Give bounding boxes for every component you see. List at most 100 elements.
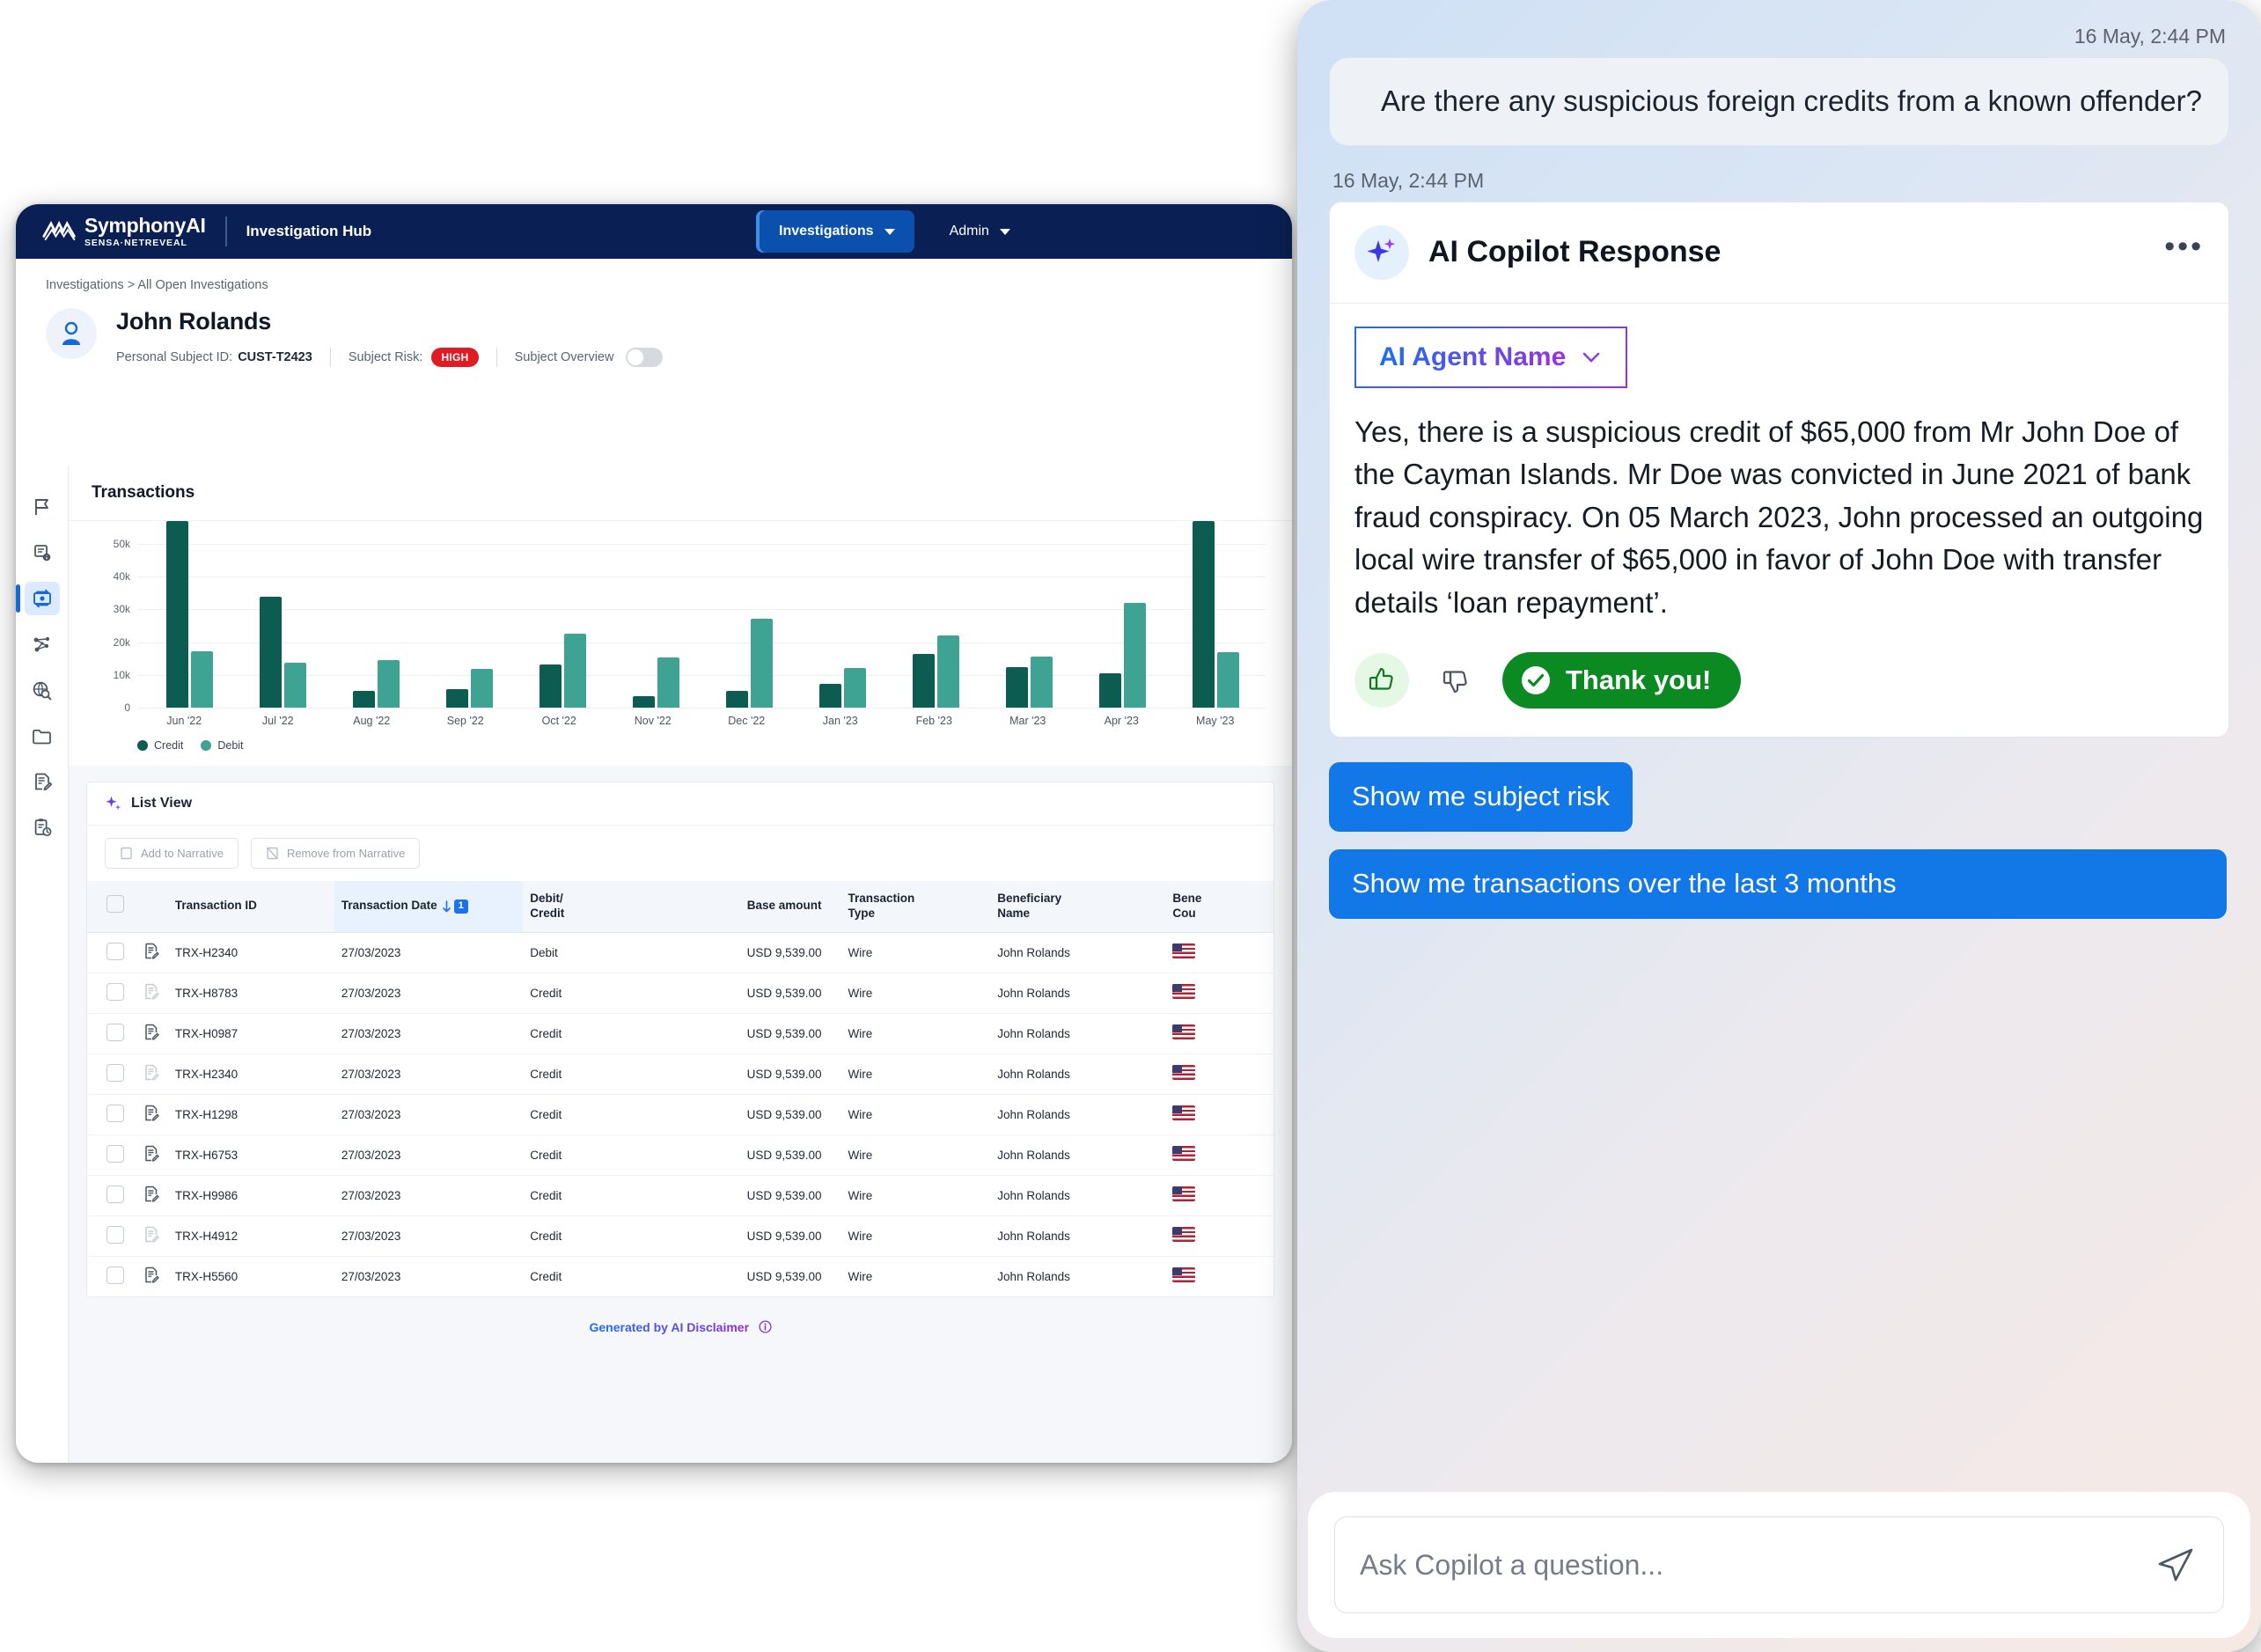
sidebar-item-audit-history[interactable] (16, 805, 68, 849)
chat-composer[interactable]: Ask Copilot a question... (1334, 1516, 2224, 1613)
chart-bar-credit[interactable] (539, 664, 562, 708)
table-row[interactable]: TRX-H9986 27/03/2023 Credit USD 9,539.00 Wir… (87, 1175, 1274, 1216)
chart-bar-credit[interactable] (632, 696, 655, 708)
row-doc-cell[interactable] (137, 932, 168, 973)
chart-bar-debit[interactable] (1030, 656, 1053, 708)
sidebar-item-files[interactable] (16, 714, 68, 758)
suggestion-chip-subject-risk[interactable]: Show me subject risk (1329, 762, 1633, 833)
row-checkbox[interactable] (106, 1266, 124, 1284)
chart-bar-debit[interactable] (843, 668, 866, 708)
chart-bar-credit[interactable] (1192, 521, 1215, 708)
ai-disclaimer[interactable]: Generated by AI Disclaimer (69, 1297, 1292, 1348)
column-transaction-date[interactable]: Transaction Date 1 (334, 881, 524, 933)
sidebar-item-narrative[interactable] (16, 760, 68, 804)
send-icon[interactable] (2153, 1542, 2199, 1588)
column-beneficiary-name[interactable]: Beneficiary Name (990, 881, 1166, 933)
row-checkbox[interactable] (106, 942, 124, 960)
row-doc-cell[interactable] (137, 1256, 168, 1296)
chart-bar-debit[interactable] (283, 663, 306, 708)
chart-bar-credit[interactable] (259, 597, 282, 708)
row-doc-cell[interactable] (137, 1054, 168, 1095)
chart-bar-credit[interactable] (352, 690, 375, 708)
add-to-narrative-button[interactable]: Add to Narrative (105, 838, 239, 869)
chart-bar-debit[interactable] (1216, 651, 1239, 708)
ai-agent-selector[interactable]: AI Agent Name (1354, 326, 1628, 388)
row-select-cell[interactable] (87, 1175, 138, 1216)
chart-bar-debit[interactable] (750, 618, 773, 708)
row-select-cell[interactable] (87, 1094, 138, 1135)
thumbs-down-button[interactable] (1428, 653, 1483, 708)
more-horizontal-icon[interactable]: ••• (2164, 231, 2204, 264)
row-doc-cell[interactable] (137, 1094, 168, 1135)
column-debit-credit[interactable]: Debit/Credit (523, 881, 663, 933)
row-checkbox[interactable] (106, 1063, 124, 1082)
table-row[interactable]: TRX-H2340 27/03/2023 Credit USD 9,539.00 Wir… (87, 1054, 1274, 1095)
chart-bar-credit[interactable] (1005, 666, 1028, 708)
column-transaction-id[interactable]: Transaction ID (167, 881, 334, 933)
subject-overview-toggle[interactable] (626, 348, 664, 367)
table-row[interactable]: TRX-H5560 27/03/2023 Credit USD 9,539.00 Wir… (87, 1256, 1274, 1296)
column-beneficiary-country[interactable]: Bene Cou (1165, 881, 1274, 933)
info-circle-icon[interactable] (758, 1320, 772, 1333)
row-checkbox[interactable] (106, 1104, 124, 1122)
row-checkbox[interactable] (106, 982, 124, 1001)
chart-bar-credit[interactable] (912, 653, 935, 708)
thumbs-up-button[interactable] (1354, 653, 1409, 709)
sidebar-item-network[interactable] (16, 622, 68, 666)
row-select-cell[interactable] (87, 1054, 138, 1095)
sidebar-item-case-details[interactable] (16, 531, 68, 575)
row-select-cell[interactable] (87, 1134, 138, 1176)
chart-x-tick-label: May '23 (1196, 715, 1235, 727)
row-select-cell[interactable] (87, 932, 138, 973)
sidebar-item-transactions[interactable] (16, 576, 68, 620)
document-edit-icon (145, 984, 159, 1000)
chart-bar-debit[interactable] (657, 657, 679, 708)
table-row[interactable]: TRX-H1298 27/03/2023 Credit USD 9,539.00 Wir… (87, 1094, 1274, 1135)
chart-bar-debit[interactable] (377, 660, 400, 708)
chart-legend-item[interactable]: Credit (137, 739, 183, 752)
chart-bar-debit[interactable] (1123, 602, 1146, 708)
row-checkbox[interactable] (106, 1185, 124, 1203)
row-checkbox[interactable] (106, 1023, 124, 1041)
row-select-cell[interactable] (87, 973, 138, 1014)
row-doc-cell[interactable] (137, 1134, 168, 1176)
chart-bar-credit[interactable] (445, 688, 468, 708)
chart-legend-item[interactable]: Debit (201, 739, 244, 752)
chart-bar-credit[interactable] (725, 691, 748, 708)
table-row[interactable]: TRX-H6753 27/03/2023 Credit USD 9,539.00 Wir… (87, 1134, 1274, 1176)
chart-plot-area: 0 10k 20k 30k 40k 50k (92, 521, 1274, 714)
document-edit-icon (145, 1105, 159, 1121)
remove-from-narrative-button[interactable]: Remove from Narrative (250, 838, 421, 869)
chart-bar-debit[interactable] (470, 669, 493, 708)
row-checkbox[interactable] (106, 1225, 124, 1244)
table-row[interactable]: TRX-H2340 27/03/2023 Debit USD 9,539.00 Wire… (87, 932, 1274, 973)
sidebar-item-alerts[interactable] (16, 485, 68, 529)
chart-bar-debit[interactable] (190, 650, 213, 708)
sidebar-item-global-search[interactable] (16, 668, 68, 712)
select-all-header[interactable] (87, 881, 138, 933)
row-doc-cell[interactable] (137, 973, 168, 1014)
suggestion-chip-transactions[interactable]: Show me transactions over the last 3 mon… (1329, 849, 2227, 919)
chat-input[interactable]: Ask Copilot a question... (1360, 1549, 2153, 1582)
row-doc-cell[interactable] (137, 1175, 168, 1216)
table-row[interactable]: TRX-H0987 27/03/2023 Credit USD 9,539.00 Wir… (87, 1013, 1274, 1054)
row-select-cell[interactable] (87, 1256, 137, 1296)
nav-tab-admin[interactable]: Admin (930, 210, 1030, 253)
row-doc-cell[interactable] (137, 1215, 168, 1257)
select-all-checkbox[interactable] (106, 895, 124, 914)
breadcrumb[interactable]: Investigations > All Open Investigations (16, 259, 1292, 292)
table-row[interactable]: TRX-H8783 27/03/2023 Credit USD 9,539.00 Wir… (87, 973, 1274, 1014)
column-transaction-type[interactable]: Transaction Type (828, 881, 991, 933)
column-base-amount[interactable]: Base amount (662, 881, 829, 933)
chart-bar-credit[interactable] (165, 521, 188, 708)
row-select-cell[interactable] (87, 1013, 138, 1054)
chart-bar-credit[interactable] (819, 683, 841, 708)
chart-bar-debit[interactable] (936, 635, 959, 708)
table-row[interactable]: TRX-H4912 27/03/2023 Credit USD 9,539.00 Wir… (87, 1215, 1274, 1257)
row-select-cell[interactable] (87, 1215, 138, 1257)
nav-tab-investigations[interactable]: Investigations (760, 210, 914, 253)
chart-bar-debit[interactable] (563, 634, 586, 708)
row-checkbox[interactable] (106, 1144, 124, 1163)
row-doc-cell[interactable] (137, 1013, 168, 1054)
chart-bar-credit[interactable] (1098, 672, 1121, 708)
